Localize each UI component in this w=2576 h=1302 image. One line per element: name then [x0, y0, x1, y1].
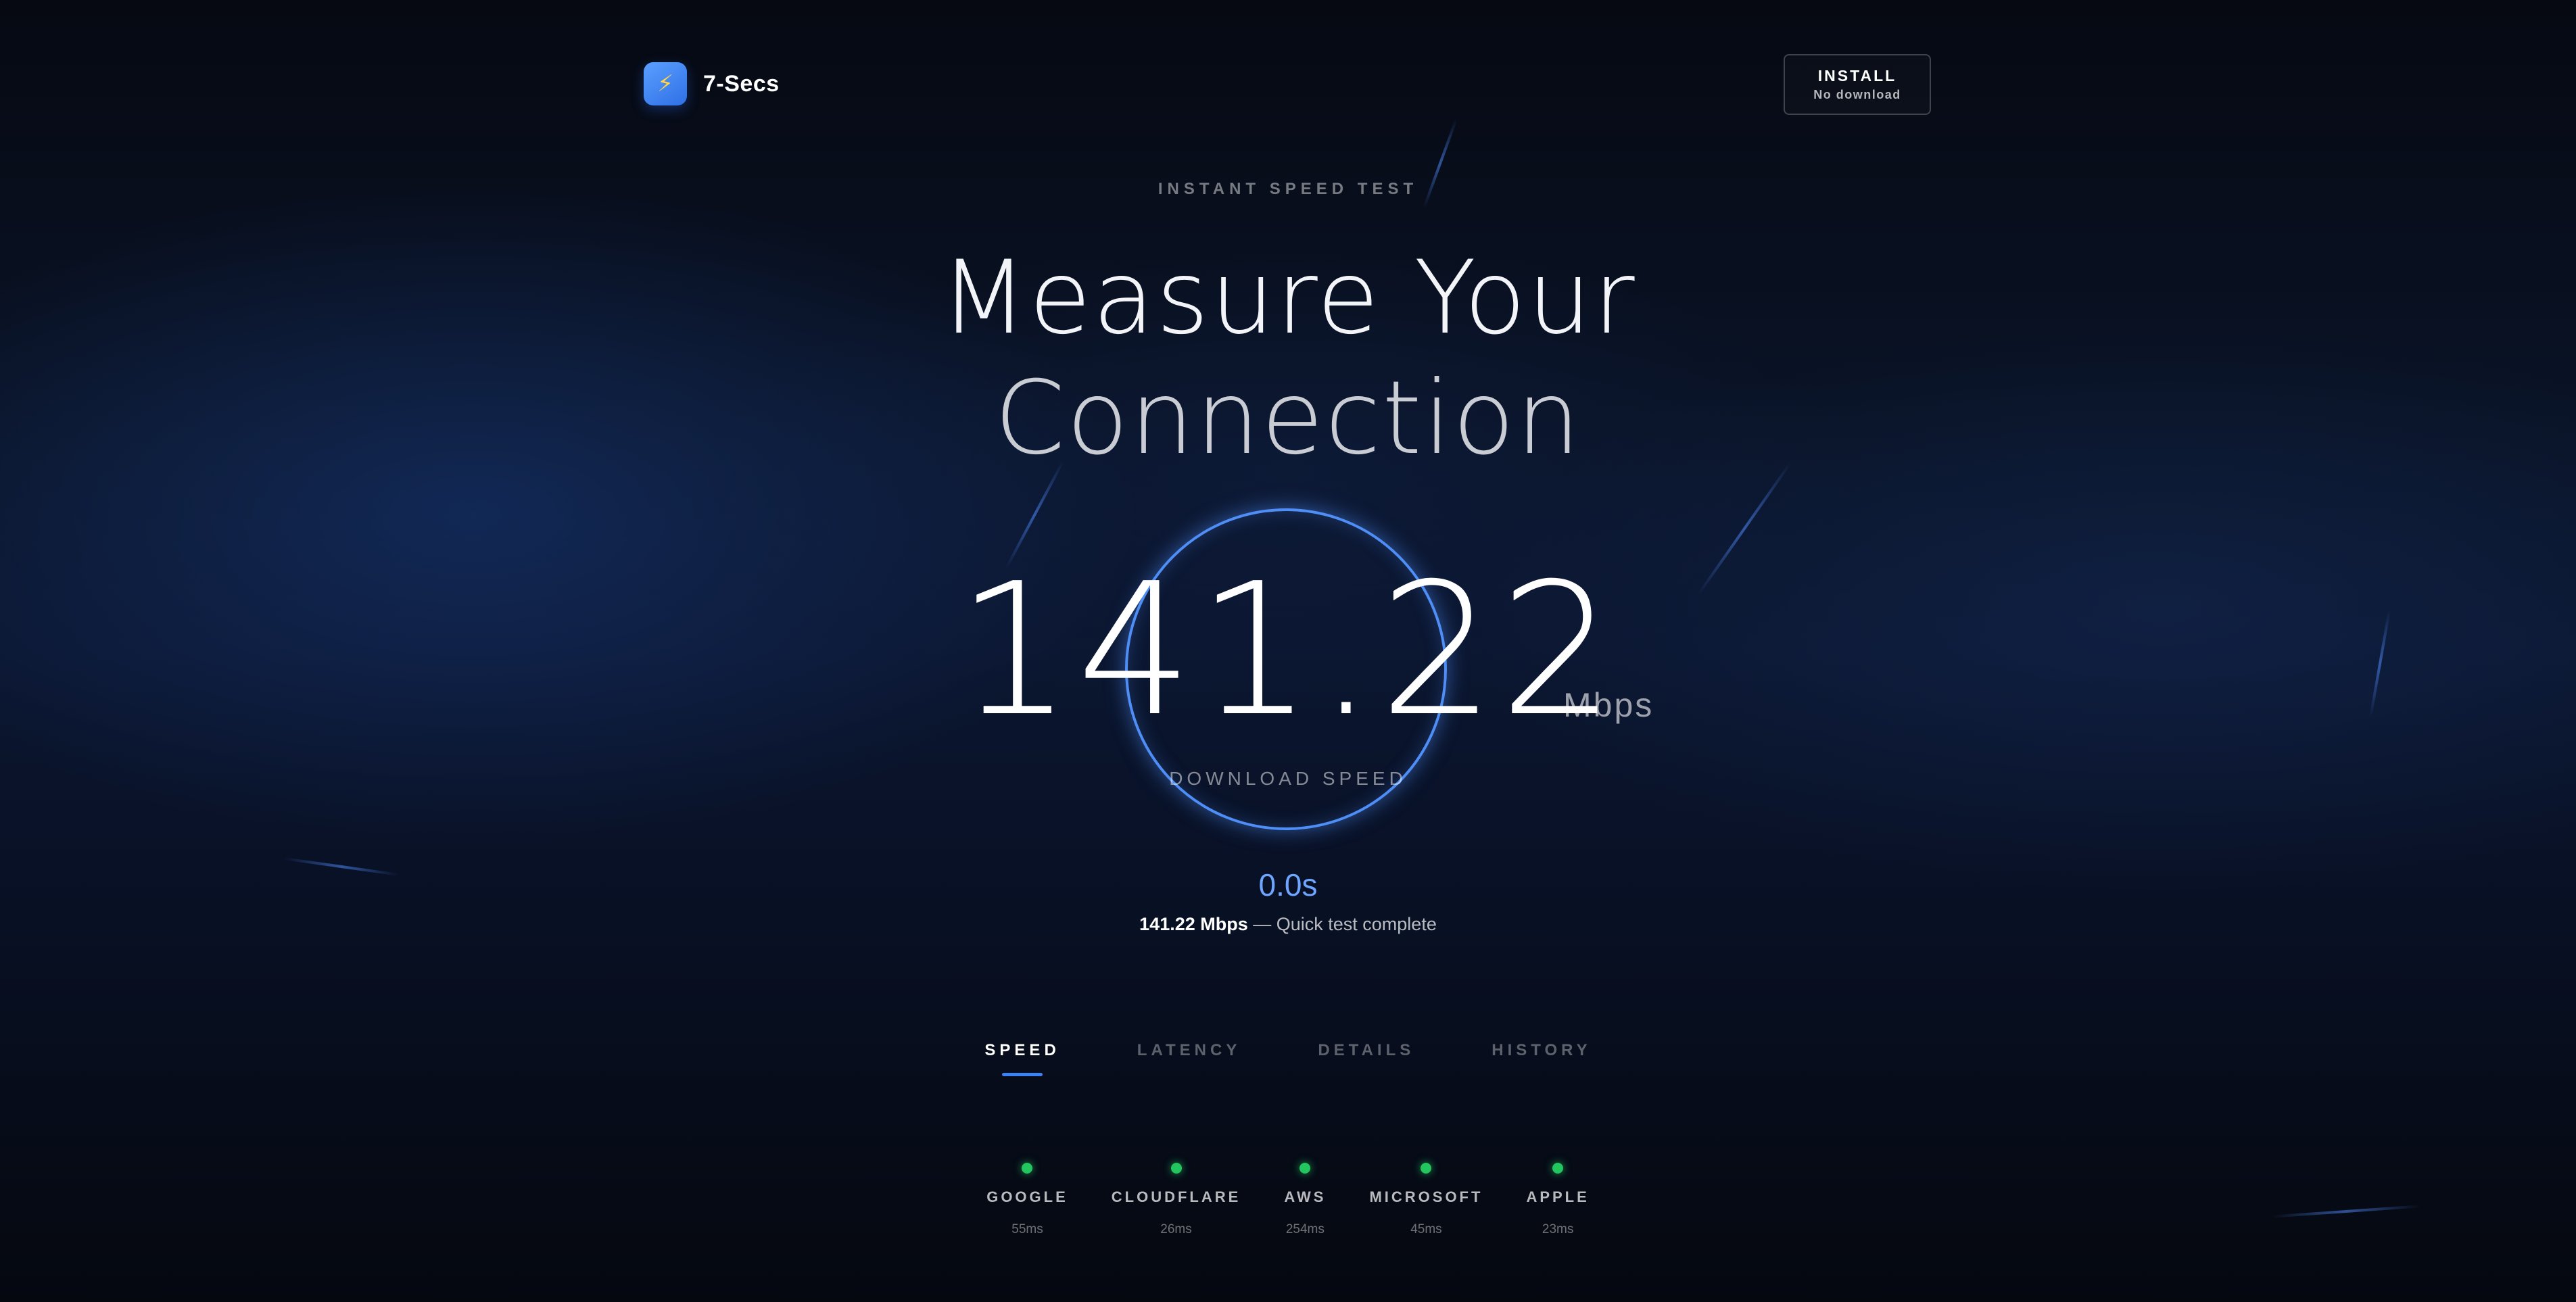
eyebrow-label: INSTANT SPEED TEST	[1158, 180, 1418, 198]
lightning-bolt-icon: ⚡	[644, 62, 687, 105]
server-latency: 23ms	[1542, 1222, 1574, 1236]
headline: Measure Your Connection	[0, 238, 2576, 479]
server-latency: 254ms	[1285, 1222, 1325, 1236]
tab-label: SPEED	[984, 1041, 1060, 1059]
server-item-cloudflare: CLOUDFLARE 26ms	[1112, 1163, 1241, 1237]
install-button-subtitle: No download	[1813, 88, 1901, 101]
tab-history[interactable]: HISTORY	[1492, 1041, 1591, 1076]
download-speed-value: 141.22	[956, 544, 1620, 756]
server-name: AWS	[1284, 1188, 1327, 1205]
status-dot-icon	[1421, 1163, 1432, 1174]
result-summary: 141.22 Mbps — Quick test complete	[0, 914, 2576, 935]
tab-label: LATENCY	[1137, 1041, 1241, 1059]
active-tab-indicator	[1002, 1073, 1043, 1076]
server-item-microsoft: MICROSOFT 45ms	[1369, 1163, 1483, 1237]
server-item-aws: AWS 254ms	[1284, 1163, 1326, 1237]
brand-name: 7-Secs	[703, 70, 780, 97]
install-button[interactable]: INSTALL No download	[1784, 54, 1931, 115]
server-name: MICROSOFT	[1369, 1188, 1483, 1205]
server-name: CLOUDFLARE	[1111, 1188, 1241, 1205]
result-summary-text: — Quick test complete	[1247, 914, 1437, 934]
server-name: APPLE	[1526, 1188, 1590, 1205]
status-dot-icon	[1552, 1163, 1564, 1174]
page: ⚡ 7-Secs INSTALL No download INSTANT SPE…	[0, 0, 2576, 1302]
server-list: GOOGLE 55ms CLOUDFLARE 26ms AWS 254ms MI…	[0, 1163, 2576, 1237]
server-latency: 45ms	[1410, 1222, 1442, 1236]
headline-line-1: Measure Your	[940, 239, 1636, 357]
tab-label: HISTORY	[1492, 1041, 1592, 1059]
tab-speed[interactable]: SPEED	[984, 1041, 1059, 1076]
tab-details[interactable]: DETAILS	[1318, 1041, 1414, 1076]
status-dot-icon	[1299, 1163, 1311, 1174]
status-dot-icon	[1022, 1163, 1033, 1174]
tab-latency[interactable]: LATENCY	[1137, 1041, 1241, 1076]
test-timer: 0.0s	[1258, 867, 1318, 902]
server-item-apple: APPLE 23ms	[1526, 1163, 1589, 1237]
download-speed-label: DOWNLOAD SPEED	[1169, 768, 1407, 789]
headline-line-2: Connection	[994, 360, 1582, 477]
server-item-google: GOOGLE 55ms	[986, 1163, 1068, 1237]
tab-bar: SPEED LATENCY DETAILS HISTORY	[0, 1041, 2576, 1076]
status-dot-icon	[1170, 1163, 1182, 1174]
server-latency: 55ms	[1011, 1222, 1043, 1236]
tab-label: DETAILS	[1318, 1041, 1415, 1059]
result-summary-speed: 141.22 Mbps	[1139, 914, 1248, 934]
server-latency: 26ms	[1160, 1222, 1192, 1236]
server-name: GOOGLE	[986, 1188, 1068, 1205]
install-button-title: INSTALL	[1817, 67, 1897, 85]
brand[interactable]: ⚡ 7-Secs	[644, 62, 780, 105]
speed-unit: Mbps	[1563, 686, 1654, 724]
